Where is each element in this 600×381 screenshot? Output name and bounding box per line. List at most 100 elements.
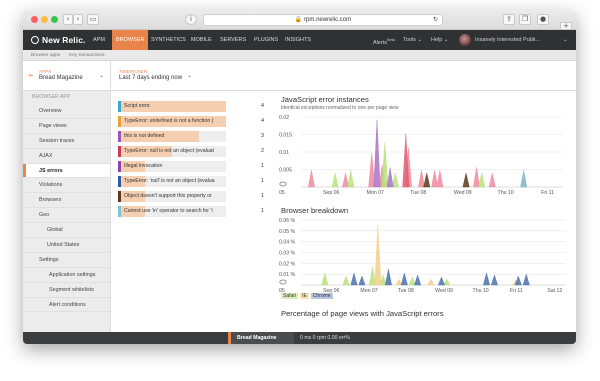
nav-item-synthetics[interactable]: SYNTHETICS bbox=[147, 30, 190, 50]
nav-item-apm[interactable]: APM bbox=[89, 30, 109, 50]
sidebar-item-ajax[interactable]: AJAX bbox=[23, 149, 110, 164]
app-selector[interactable]: ⌁ APPS Bread Magazine ⌄ bbox=[23, 61, 111, 91]
sidebar-item-settings[interactable]: Settings bbox=[23, 253, 110, 268]
nav-item-mobile[interactable]: MOBILE bbox=[187, 30, 216, 50]
area-peak bbox=[423, 172, 431, 188]
alerts-menu[interactable]: AlertsBeta bbox=[373, 30, 395, 50]
area-peak bbox=[483, 272, 490, 286]
browser-apps-link[interactable]: Browser apps bbox=[31, 53, 60, 58]
zoom-window-button[interactable] bbox=[51, 16, 58, 23]
error-row[interactable]: TypeError: null is not an object (evalua… bbox=[118, 145, 264, 158]
error-row[interactable]: Script error. 4 bbox=[118, 100, 264, 113]
forward-button[interactable]: › bbox=[73, 14, 83, 25]
y-tick-label: 0.02 % bbox=[279, 261, 296, 267]
privacy-icon[interactable]: i bbox=[185, 14, 197, 25]
x-tick-label: Thu 10 bbox=[498, 190, 514, 196]
nav-item-plugins[interactable]: PLUGINS bbox=[250, 30, 282, 50]
chevron-down-icon: ⌄ bbox=[443, 37, 449, 43]
legend-ie[interactable]: IE bbox=[300, 293, 309, 299]
area-peak bbox=[490, 274, 498, 286]
chevron-down-icon: ⌄ bbox=[417, 37, 422, 43]
sidebar-item-segment-whitelists[interactable]: Segment whitelists bbox=[23, 283, 110, 298]
js-error-instances-chart: 0.02 0.015 0.01 0.005 05 Sep 06 Mon 07 Tue 08 We… bbox=[279, 115, 563, 196]
error-message: TypeError: null is not an object (evalua… bbox=[124, 148, 214, 154]
reload-icon[interactable]: ↻ bbox=[433, 15, 438, 25]
share-icon[interactable]: ⇪ bbox=[503, 14, 515, 25]
nav-item-browser[interactable]: BROWSER bbox=[112, 30, 149, 50]
area-peak bbox=[520, 170, 528, 188]
area-peak bbox=[321, 272, 329, 286]
sidebar-item-session-traces[interactable]: Session traces bbox=[23, 134, 110, 149]
new-tab-button[interactable]: + bbox=[560, 22, 572, 30]
area-peak bbox=[488, 172, 496, 188]
chart-legend: Safari IE Chrome bbox=[281, 293, 335, 299]
error-row[interactable]: TypeError: undefined is not a function (… bbox=[118, 115, 264, 128]
error-count: 4 bbox=[261, 118, 264, 124]
legend-safari[interactable]: Safari bbox=[281, 293, 299, 299]
x-tick-label: Mon 07 bbox=[360, 288, 377, 294]
legend-chrome[interactable]: Chrome bbox=[310, 293, 333, 299]
sidebar-item-geo[interactable]: Geo bbox=[23, 208, 110, 224]
y-tick-label: 0.06 % bbox=[279, 218, 296, 224]
area-peak bbox=[381, 142, 389, 188]
chevron-down-icon[interactable]: ⌄ bbox=[563, 30, 568, 50]
sidebar-item-violations[interactable]: Violations bbox=[23, 178, 110, 194]
nav-item-servers[interactable]: SERVERS bbox=[216, 30, 250, 50]
browser-window: ‹ › ▭ i 🔒 rpm.newrelic.com ↻ ⇪ ❐ ● + New… bbox=[23, 10, 576, 344]
tools-menu[interactable]: Tools ⌄ bbox=[403, 30, 422, 50]
tabs-icon[interactable]: ❐ bbox=[519, 14, 531, 25]
nav-item-insights[interactable]: INSIGHTS bbox=[281, 30, 315, 50]
area-peak bbox=[374, 224, 382, 286]
main-nav: New Relic. APM BROWSER SYNTHETICS MOBILE… bbox=[23, 30, 576, 50]
error-color-swatch bbox=[118, 146, 121, 157]
close-window-button[interactable] bbox=[31, 16, 38, 23]
sidebar-item-application-settings[interactable]: Application settings bbox=[23, 268, 110, 283]
sidebar-item-alert-conditions[interactable]: Alert conditions bbox=[23, 298, 110, 313]
y-tick-label: 0.04 % bbox=[279, 240, 296, 246]
key-transactions-link[interactable]: Key transactions bbox=[69, 53, 104, 58]
error-row[interactable]: Illegal invocation 1 bbox=[118, 160, 264, 173]
chart-subtitle-js-errors: Identical exceptions normalized to one p… bbox=[281, 105, 399, 111]
error-row[interactable]: Cannot use 'in' operator to search for '… bbox=[118, 205, 264, 218]
sidebar-item-global[interactable]: Global bbox=[23, 223, 110, 239]
extension-icon[interactable]: ● bbox=[537, 14, 549, 25]
address-bar[interactable]: 🔒 rpm.newrelic.com ↻ bbox=[203, 14, 443, 26]
eye-icon bbox=[279, 181, 287, 187]
help-menu[interactable]: Help ⌄ bbox=[431, 30, 448, 50]
sidebar-item-overview[interactable]: Overview bbox=[23, 104, 110, 119]
error-count: 1 bbox=[261, 208, 264, 214]
minimize-window-button[interactable] bbox=[41, 16, 48, 23]
safari-toolbar: ‹ › ▭ i 🔒 rpm.newrelic.com ↻ ⇪ ❐ ● + bbox=[23, 10, 576, 30]
footer-app-name[interactable]: Bread Magazine bbox=[228, 332, 294, 344]
new-relic-logo[interactable]: New Relic. bbox=[31, 35, 86, 45]
x-tick-label: Sat 12 bbox=[547, 288, 562, 294]
area-peak bbox=[350, 272, 358, 286]
footer-bar: Bread Magazine 0 ms 0 rpm 0.00 err% bbox=[23, 332, 576, 344]
error-row[interactable]: this is not defined 3 bbox=[118, 130, 264, 143]
avatar[interactable] bbox=[459, 34, 471, 46]
time-picker[interactable]: TIMEPICKER Last 7 days ending now ⌄ bbox=[115, 61, 205, 91]
y-tick-label: 0.03 % bbox=[279, 251, 296, 257]
error-row[interactable]: Object doesn't support this property or 1 bbox=[118, 190, 264, 203]
sidebar-item-browsers[interactable]: Browsers bbox=[23, 193, 110, 209]
error-color-swatch bbox=[118, 206, 121, 217]
chevron-down-icon: ⌄ bbox=[187, 73, 193, 79]
area-peak bbox=[400, 272, 408, 286]
user-menu[interactable]: Insanely Interested Publi... bbox=[475, 30, 555, 50]
sidebar-toggle-icon[interactable]: ▭ bbox=[87, 14, 99, 25]
sidebar-item-page-views[interactable]: Page views bbox=[23, 119, 110, 134]
error-row[interactable]: TypeError: 'null' is not an object (eval… bbox=[118, 175, 264, 188]
error-color-swatch bbox=[118, 131, 121, 142]
sidebar-heading: BROWSER APP bbox=[32, 94, 71, 100]
app-bar: ⌁ APPS Bread Magazine ⌄ TIMEPICKER Last … bbox=[23, 61, 576, 91]
area-peak bbox=[473, 167, 480, 188]
sidebar-item-united-states[interactable]: United States bbox=[23, 238, 110, 253]
error-count: 1 bbox=[261, 193, 264, 199]
error-message: TypeError: undefined is not a function ( bbox=[124, 118, 214, 124]
sidebar-item-js-errors[interactable]: JS errors bbox=[23, 163, 110, 179]
time-value: Last 7 days ending now bbox=[119, 75, 183, 81]
back-button[interactable]: ‹ bbox=[63, 14, 73, 25]
lock-icon: 🔒 bbox=[294, 17, 303, 23]
area-peak bbox=[358, 275, 366, 286]
x-tick-label: Fri 11 bbox=[541, 190, 554, 196]
